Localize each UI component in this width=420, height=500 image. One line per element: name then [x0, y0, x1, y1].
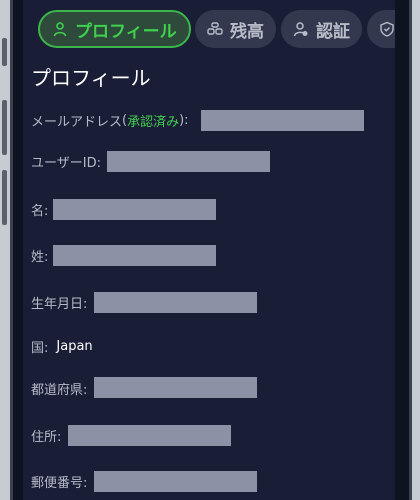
address-row: 住所: [31, 426, 61, 445]
email-value-redacted [201, 110, 364, 131]
first-name-label: 名: [31, 204, 49, 219]
page-title: プロフィール [31, 66, 151, 90]
shield-icon [379, 21, 395, 37]
birthdate-label: 生年月日: [31, 297, 88, 312]
tab-balance[interactable]: 残高 [195, 10, 276, 48]
address-value-redacted [68, 425, 231, 446]
tab-balance-label: 残高 [230, 21, 264, 42]
phone-volume-down-button [2, 170, 7, 225]
phone-side-button [2, 38, 7, 66]
user-check-icon [293, 21, 309, 37]
email-status-close: ): [179, 113, 189, 128]
tab-verification[interactable]: 認証 [281, 10, 362, 48]
tab-verification-label: 認証 [316, 21, 350, 42]
tab-profile[interactable]: プロフィール [38, 10, 191, 48]
person-icon [52, 21, 68, 37]
postal-code-row: 郵便番号: [31, 472, 87, 491]
user-id-value-redacted [107, 151, 270, 172]
coins-icon [207, 21, 223, 37]
user-id-row: ユーザーID: [31, 152, 101, 171]
country-row: 国: Japan [31, 337, 93, 356]
last-name-row: 姓: [31, 246, 48, 265]
address-label: 住所: [31, 430, 62, 445]
prefecture-row: 都道府県: [31, 379, 87, 398]
prefecture-label: 都道府県: [31, 383, 88, 398]
first-name-value-redacted [53, 199, 216, 220]
last-name-label: 姓: [31, 250, 49, 265]
birthdate-row: 生年月日: [31, 293, 87, 312]
email-verified-badge: 承認済み [127, 115, 180, 130]
first-name-row: 名: [31, 200, 48, 219]
postal-code-label: 郵便番号: [31, 476, 88, 491]
country-label: 国: [31, 341, 49, 356]
prefecture-value-redacted [94, 377, 257, 398]
tab-profile-label: プロフィール [75, 21, 177, 42]
country-value: Japan [56, 339, 93, 354]
tab-security[interactable] [367, 10, 395, 48]
tab-bar: プロフィール 残高 認証 [23, 10, 395, 50]
birthdate-value-redacted [94, 292, 257, 313]
last-name-value-redacted [53, 245, 216, 266]
app-screen: プロフィール 残高 認証 プロフィール メールアドレス ( 承認済み ): ユー… [23, 0, 395, 500]
phone-volume-up-button [2, 100, 7, 155]
user-id-label: ユーザーID: [31, 156, 101, 171]
postal-code-value-redacted [94, 471, 257, 492]
email-row: メールアドレス ( 承認済み ): [31, 111, 189, 130]
email-label: メールアドレス [31, 115, 123, 130]
